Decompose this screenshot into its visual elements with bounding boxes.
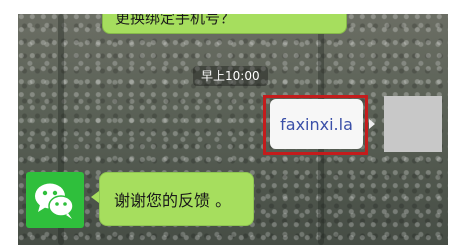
sent-link-text[interactable]: faxinxi.la <box>280 115 353 134</box>
sent-link-bubble[interactable]: faxinxi.la <box>270 99 363 149</box>
chat-area[interactable]: 更换绑定手机号？ 早上10:00 faxinxi.la 谢谢您的反馈 。 <box>18 14 448 245</box>
bubble-tail <box>91 191 99 203</box>
reply-message-text: 谢谢您的反馈 。 <box>114 191 232 210</box>
previous-message-bubble[interactable]: 更换绑定手机号？ <box>102 14 347 34</box>
self-avatar[interactable] <box>384 96 442 152</box>
previous-message-text: 更换绑定手机号？ <box>115 14 236 27</box>
reply-message-bubble[interactable]: 谢谢您的反馈 。 <box>99 172 254 226</box>
wechat-logo-icon <box>35 183 74 219</box>
bubble-tail <box>369 119 375 129</box>
contact-avatar[interactable] <box>26 172 84 228</box>
timestamp-label: 早上10:00 <box>193 66 268 86</box>
